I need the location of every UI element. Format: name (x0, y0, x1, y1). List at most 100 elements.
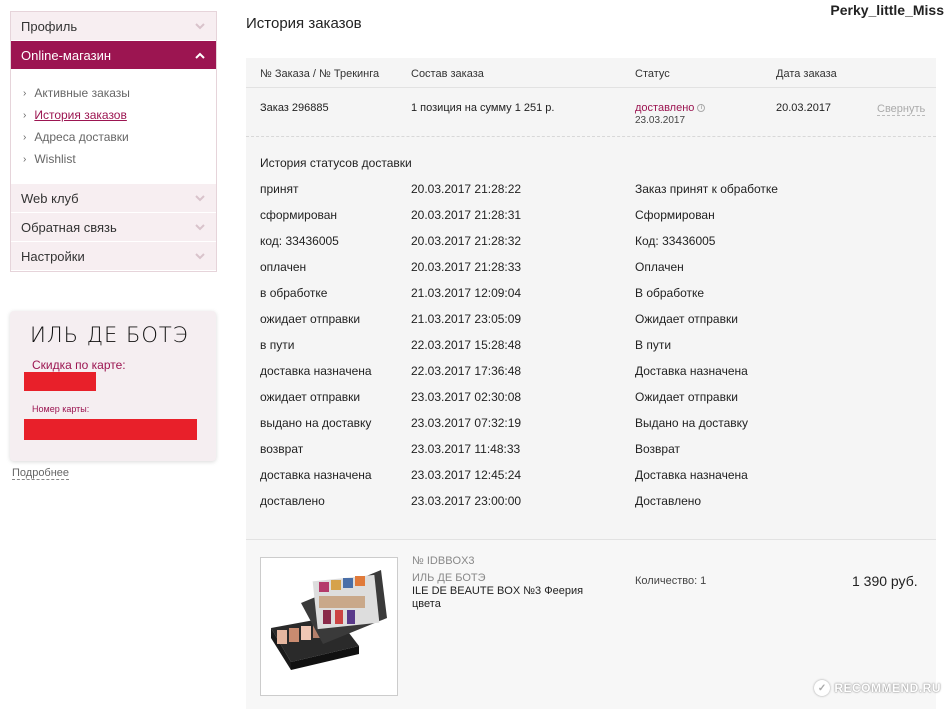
history-row: доставлено 23.03.2017 23:00:00 Доставлено (246, 492, 936, 518)
history-row: доставка назначена 22.03.2017 17:36:48 Дос… (246, 362, 936, 388)
status-code: выдано на доставку (260, 416, 372, 430)
bullet-icon: › (23, 131, 27, 143)
sidebar-item-settings[interactable]: Настройки (11, 242, 216, 271)
status-description: Выдано на доставку (635, 416, 749, 430)
status-date: 23.03.2017 (635, 115, 686, 126)
collapse-button[interactable]: Свернуть (877, 103, 926, 116)
status-description: Код: 33436005 (635, 234, 716, 248)
product-sku: № IDBBOX3 (412, 555, 475, 567)
chevron-down-icon (194, 192, 206, 204)
status-description: Доставка назначена (635, 468, 748, 482)
brand-logo: ИЛЬ ДЕ БОТЭ (30, 323, 189, 347)
order-status: доставлено i 23.03.2017 (635, 102, 706, 126)
product-quantity: Количество: 1 (635, 575, 707, 587)
status-datetime: 23.03.2017 23:00:00 (411, 494, 522, 508)
status-datetime: 20.03.2017 21:28:33 (411, 260, 522, 274)
product-name[interactable]: ILE DE BEAUTE BOX №3 Феерия цвета (412, 585, 602, 611)
status-description: Ожидает отправки (635, 312, 738, 326)
status-code: доставка назначена (260, 364, 372, 378)
status-description: В обработке (635, 286, 705, 300)
sidebar-item-label: Обратная связь (21, 219, 117, 235)
bullet-icon: › (23, 87, 27, 99)
status-description: Доставлено (635, 494, 702, 508)
history-row: сформирован 20.03.2017 21:28:31 Сформирова… (246, 206, 936, 232)
column-header-status: Статус (635, 68, 670, 80)
watermark-text: RECOMMEND.RU (834, 681, 941, 695)
submenu: › Активные заказы › История заказов › Адрес… (11, 70, 216, 184)
status-datetime: 22.03.2017 17:36:48 (411, 364, 522, 378)
submenu-item-order-history[interactable]: › История заказов (23, 104, 216, 126)
status-code: сформирован (260, 208, 338, 222)
column-header-order-number: № Заказа / № Трекинга (260, 68, 380, 80)
sidebar-item-label: Настройки (21, 248, 85, 264)
watermark: ✓ RECOMMEND.RU (814, 677, 941, 699)
history-row: возврат 23.03.2017 11:48:33 Возврат (246, 440, 936, 466)
bullet-icon: › (23, 153, 27, 165)
status-code: доставка назначена (260, 468, 372, 482)
chevron-down-icon (194, 20, 206, 32)
submenu-item-label: История заказов (34, 108, 127, 122)
history-row: в пути 22.03.2017 15:28:48 В пути (246, 336, 936, 362)
sidebar-item-profile[interactable]: Профиль (11, 12, 216, 41)
order-contents: 1 позиция на сумму 1 251 р. (411, 102, 555, 114)
column-header-order-date: Дата заказа (776, 68, 837, 80)
submenu-item-label: Адреса доставки (34, 130, 129, 144)
status-datetime: 20.03.2017 21:28:22 (411, 182, 522, 196)
discount-value-redacted (24, 372, 96, 391)
discount-label: Скидка по карте: (32, 358, 126, 372)
status-datetime: 23.03.2017 12:45:24 (411, 468, 522, 482)
history-row: ожидает отправки 23.03.2017 02:30:08 Ожида… (246, 388, 936, 414)
status-code: в пути (260, 338, 295, 352)
status-code: ожидает отправки (260, 390, 361, 404)
sidebar-item-label: Web клуб (21, 190, 79, 206)
page-title: История заказов (246, 15, 362, 32)
submenu-item-label: Wishlist (34, 152, 76, 166)
order-date: 20.03.2017 (776, 102, 832, 114)
status-description: Доставка назначена (635, 364, 748, 378)
recommend-logo-icon: ✓ (814, 680, 831, 696)
history-row: принят 20.03.2017 21:28:22 Заказ принят к … (246, 180, 936, 206)
product-image[interactable] (260, 557, 398, 696)
sidebar-item-web-club[interactable]: Web клуб (11, 184, 216, 213)
status-description: Ожидает отправки (635, 390, 738, 404)
column-header-contents: Состав заказа (411, 68, 484, 80)
status-datetime: 21.03.2017 23:05:09 (411, 312, 522, 326)
sidebar-item-feedback[interactable]: Обратная связь (11, 213, 216, 242)
status-datetime: 20.03.2017 21:28:32 (411, 234, 522, 248)
orders-panel: № Заказа / № Трекинга Состав заказа Стат… (246, 58, 936, 709)
submenu-item-addresses[interactable]: › Адреса доставки (23, 126, 216, 148)
status-code: доставлено (260, 494, 325, 508)
status-description: В пути (635, 338, 672, 352)
status-code: в обработке (260, 286, 328, 300)
status-code: возврат (260, 442, 304, 456)
submenu-item-wishlist[interactable]: › Wishlist (23, 148, 216, 170)
makeup-box-illustration (271, 570, 387, 670)
status-description: Сформирован (635, 208, 715, 222)
product-price: 1 390 руб. (852, 573, 918, 589)
status-datetime: 21.03.2017 12:09:04 (411, 286, 522, 300)
chevron-up-icon (194, 49, 206, 61)
card-number-label: Номер карты: (32, 404, 90, 414)
sidebar-item-online-shop[interactable]: Online-магазин (11, 41, 216, 70)
status-code: оплачен (260, 260, 307, 274)
sidebar-item-label: Online-магазин (21, 47, 112, 63)
status-description: Оплачен (635, 260, 684, 274)
submenu-item-active-orders[interactable]: › Активные заказы (23, 82, 216, 104)
status-code: ожидает отправки (260, 312, 361, 326)
status-datetime: 23.03.2017 07:32:19 (411, 416, 522, 430)
product-brand: ИЛЬ ДЕ БОТЭ (412, 572, 486, 584)
history-row: код: 33436005 20.03.2017 21:28:32 Код: 334… (246, 232, 936, 258)
status-datetime: 23.03.2017 02:30:08 (411, 390, 522, 404)
order-number: Заказ 296885 (260, 102, 329, 114)
info-icon[interactable]: i (697, 104, 706, 112)
username: Perky_little_Miss (830, 2, 944, 18)
card-number-redacted (24, 419, 197, 440)
table-row: Заказ 296885 1 позиция на сумму 1 251 р.… (246, 89, 936, 137)
history-row: ожидает отправки 21.03.2017 23:05:09 Ожида… (246, 310, 936, 336)
status-description: Возврат (635, 442, 680, 456)
more-link[interactable]: Подробнее (12, 467, 70, 480)
status-datetime: 22.03.2017 15:28:48 (411, 338, 522, 352)
chevron-down-icon (194, 221, 206, 233)
status-badge: доставлено (635, 102, 695, 114)
history-row: выдано на доставку 23.03.2017 07:32:19 Выд… (246, 414, 936, 440)
